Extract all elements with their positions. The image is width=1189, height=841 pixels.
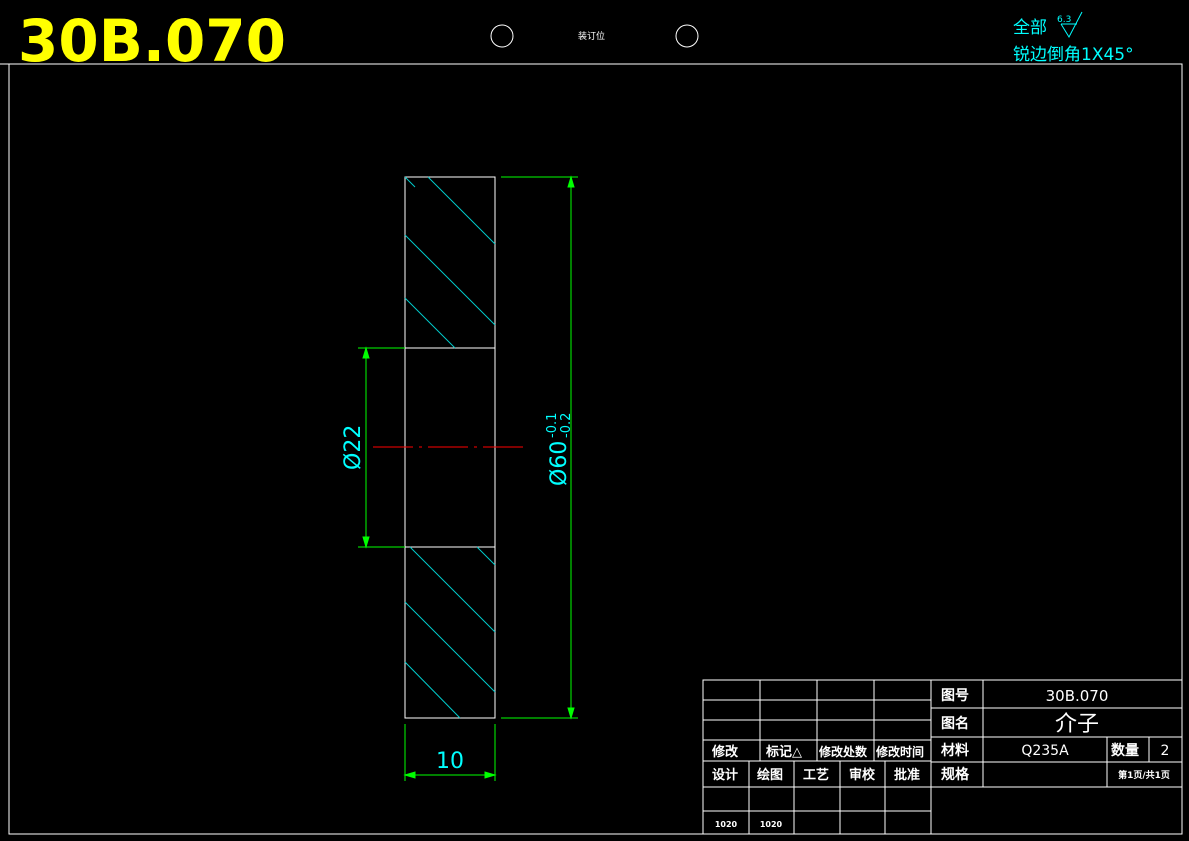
bore-dimension-text: Ø22 [341, 425, 366, 470]
rev-header-mark: 标记△ [765, 744, 802, 760]
sign-header-review: 审校 [849, 767, 876, 783]
quantity-value: 2 [1161, 743, 1170, 759]
binding-hole-left [490, 24, 514, 48]
rev-header-count: 修改处数 [818, 744, 868, 759]
outer-tolerance-lower: -0.2 [559, 413, 574, 438]
quantity-label: 数量 [1111, 742, 1139, 759]
material-value: Q235A [1021, 743, 1069, 759]
thickness-text: 10 [436, 749, 464, 774]
sign-header-approve: 批准 [894, 767, 920, 783]
drawing-code-title: 30B.070 [18, 7, 286, 75]
part-name-value: 介子 [1055, 712, 1099, 737]
spec-label: 规格 [941, 766, 970, 783]
drawing-no-label: 图号 [941, 688, 969, 704]
chamfer-note: 锐边倒角1X45° [1013, 45, 1134, 65]
sign-header-drafting: 绘图 [757, 767, 783, 783]
binding-label: 装订位 [578, 30, 605, 42]
drawing-frame [8, 63, 1183, 835]
sign-header-process: 工艺 [803, 767, 829, 783]
drawing-no-value: 30B.070 [1046, 687, 1109, 705]
drafting-date: 1020 [760, 820, 783, 829]
section-hatch-top [404, 176, 496, 349]
outer-diameter-text: Ø60 [547, 441, 572, 486]
rev-header-time: 修改时间 [875, 744, 924, 759]
drawing-sheet: 30B.070 装订位 全部 6.3 锐边倒角1X45° Ø22 Ø60 -0.… [0, 7, 1183, 835]
binding-hole-right [675, 24, 699, 48]
rev-header-modify: 修改 [711, 744, 739, 760]
page-indicator: 第1页/共1页 [1118, 769, 1170, 781]
design-date: 1020 [715, 820, 738, 829]
material-label: 材料 [941, 742, 969, 759]
sign-header-design: 设计 [712, 767, 738, 783]
part-name-label: 图名 [941, 715, 969, 732]
section-hatch-bottom [404, 546, 496, 719]
outer-tolerance-upper: -0.1 [545, 413, 560, 438]
roughness-prefix: 全部 [1013, 18, 1047, 38]
